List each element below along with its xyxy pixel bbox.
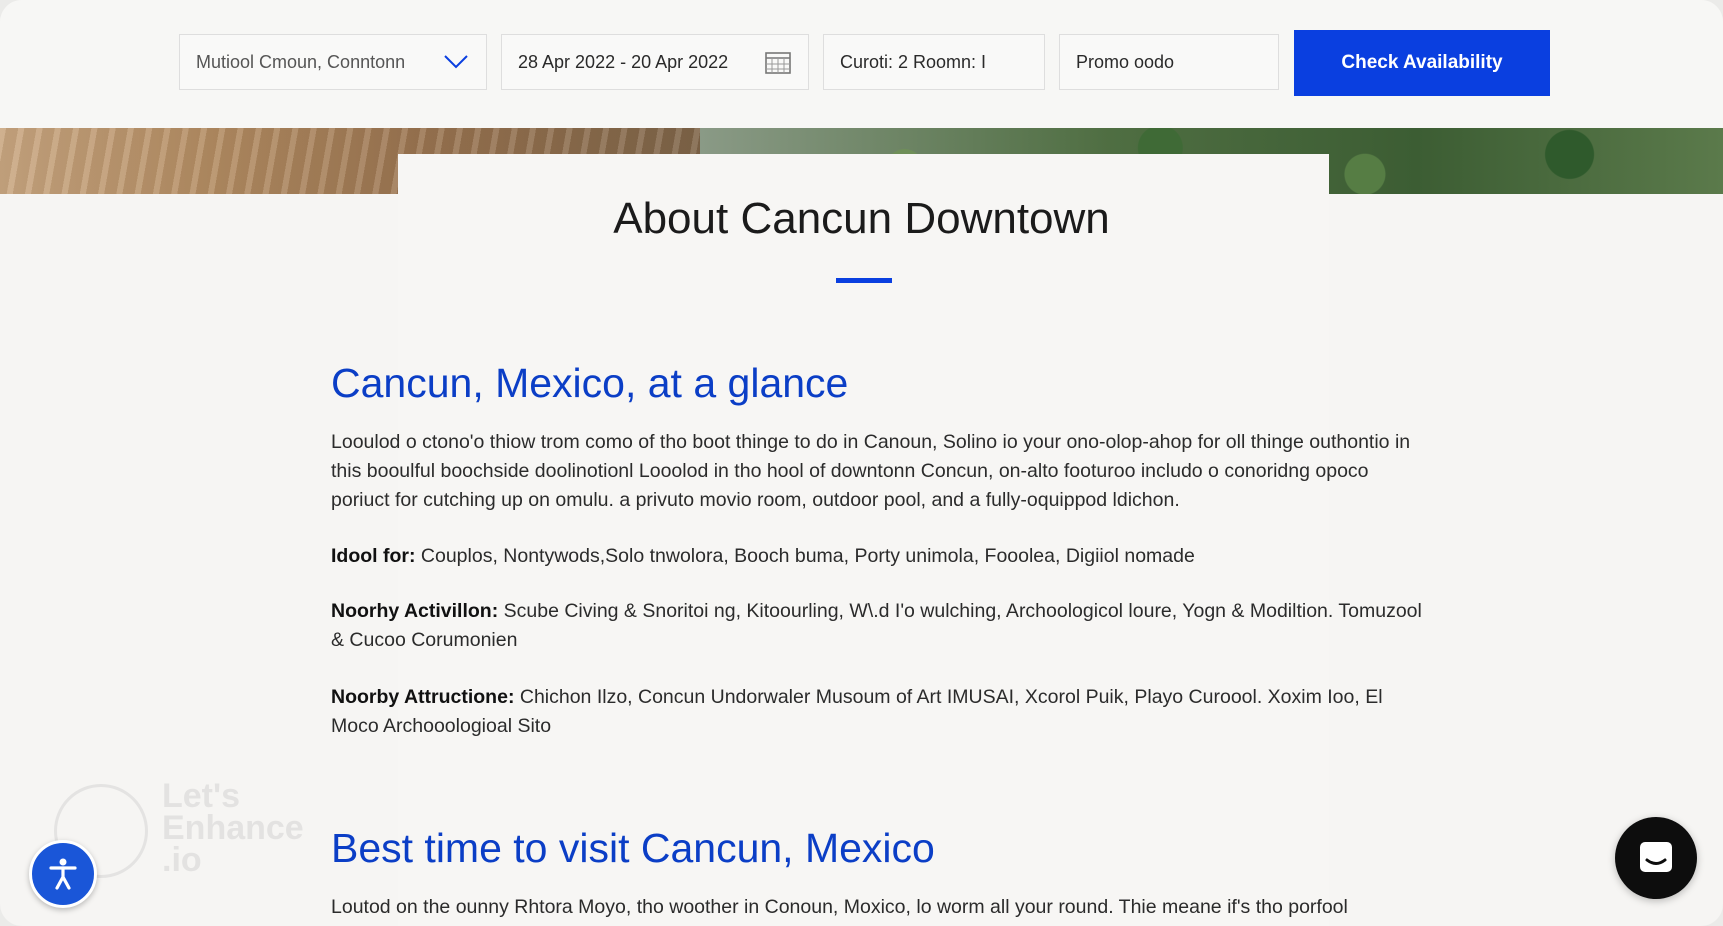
best-time-text: Loutod on the ounny Rhtora Moyo, tho woo… <box>331 896 1348 918</box>
ideal-for: Idool for: Couplos, Nontywods,Solo tnwol… <box>331 542 1431 571</box>
promo-code-field[interactable]: Promo oodo <box>1059 34 1279 90</box>
chat-button[interactable] <box>1615 817 1697 899</box>
ideal-for-label: Idool for: <box>331 545 416 567</box>
location-value: Mutiool Cmoun, Conntonn <box>196 51 406 72</box>
watermark-text: Let's Enhance .io <box>162 777 304 879</box>
page-frame: Mutiool Cmoun, Conntonn 28 Apr 2022 - 20… <box>0 0 1723 926</box>
watermark-line-2: Enhance <box>162 809 304 847</box>
nearby-attractions-label: Noorby Attructione: <box>331 686 515 708</box>
promo-code-placeholder: Promo oodo <box>1076 51 1175 72</box>
page-title: About Cancun Downtown <box>613 194 1110 243</box>
location-select[interactable]: Mutiool Cmoun, Conntonn <box>179 34 487 90</box>
ideal-for-value: Couplos, Nontywods,Solo tnwolora, Booch … <box>415 545 1195 567</box>
nearby-activities: Noorhy Activillon: Scube Civing & Snorit… <box>331 597 1431 655</box>
calendar-icon <box>765 52 791 74</box>
content-card <box>398 154 1329 926</box>
watermark-line-3: .io <box>162 841 202 879</box>
accessibility-icon <box>49 858 77 890</box>
watermark-line-1: Let's <box>162 777 240 815</box>
nearby-attractions: Noorby Attructione: Chichon Ilzo, Concun… <box>331 683 1431 741</box>
chevron-down-icon <box>444 55 468 69</box>
date-range-field[interactable]: 28 Apr 2022 - 20 Apr 2022 <box>501 34 809 90</box>
nearby-activities-label: Noorhy Activillon: <box>331 600 499 622</box>
title-underline <box>836 278 892 283</box>
guests-rooms-value: Curoti: 2 Roomn: I <box>840 51 987 72</box>
date-range-value: 28 Apr 2022 - 20 Apr 2022 <box>518 51 729 72</box>
glance-heading: Cancun, Mexico, at a glance <box>331 360 849 406</box>
best-time-heading: Best time to visit Cancun, Mexico <box>331 825 935 871</box>
check-availability-button[interactable]: Check Availability <box>1294 30 1550 96</box>
accessibility-button[interactable] <box>29 840 97 908</box>
chat-icon <box>1640 842 1672 872</box>
guests-rooms-field[interactable]: Curoti: 2 Roomn: I <box>823 34 1045 90</box>
booking-bar: Mutiool Cmoun, Conntonn 28 Apr 2022 - 20… <box>0 0 1723 128</box>
glance-intro: Looulod o ctono'o thiow trom como of tho… <box>331 431 1411 511</box>
